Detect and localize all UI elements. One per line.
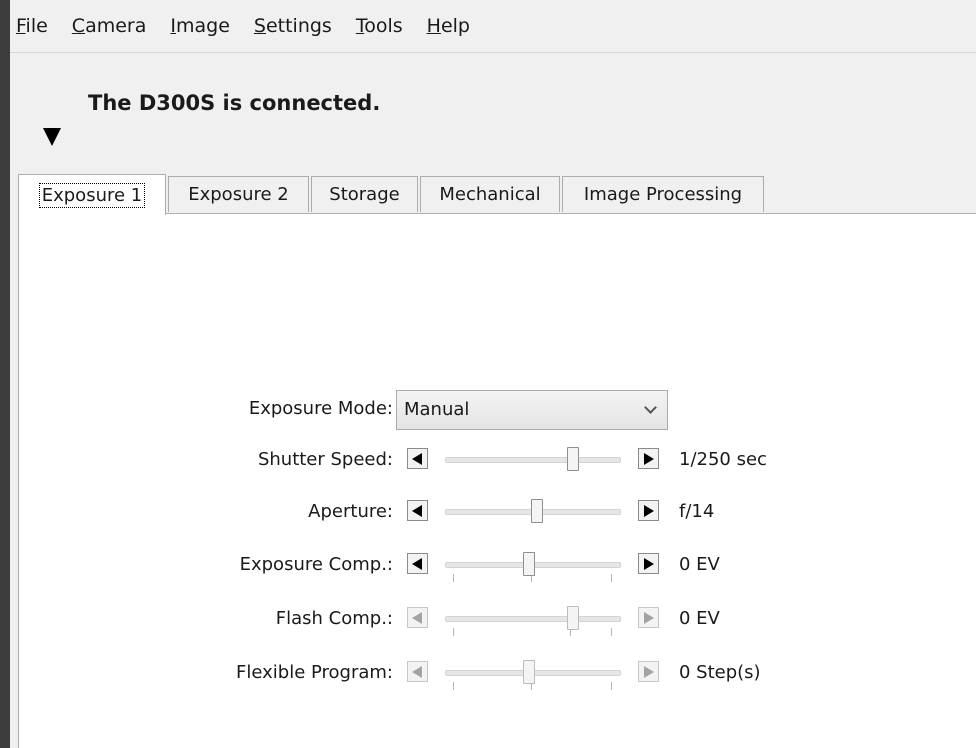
shutter-speed-increase-button[interactable] — [638, 448, 659, 469]
arrow-left-icon — [412, 453, 422, 465]
flash-comp-increase-button[interactable] — [638, 607, 659, 628]
slider-tick — [453, 628, 454, 636]
camera-control-window: File Camera Image Settings Tools Help Th… — [10, 0, 976, 748]
flash-comp-value: 0 EV — [679, 608, 720, 629]
tab-exposure-2[interactable]: Exposure 2 — [168, 176, 309, 212]
slider-tick — [453, 574, 454, 582]
aperture-increase-button[interactable] — [638, 500, 659, 521]
slider-thumb[interactable] — [523, 660, 536, 684]
shutter-speed-decrease-button[interactable] — [407, 448, 428, 469]
menu-settings[interactable]: Settings — [254, 15, 332, 37]
exposure-1-panel: Exposure Mode: Manual Shutter Speed: 1/2… — [18, 213, 976, 748]
menu-tools[interactable]: Tools — [356, 15, 403, 37]
arrow-right-icon — [644, 558, 654, 570]
exposure-comp-decrease-button[interactable] — [407, 553, 428, 574]
exposure-comp-slider[interactable] — [445, 552, 621, 586]
flash-comp-row: Flash Comp.: 0 EV — [19, 600, 976, 640]
arrow-left-icon — [412, 558, 422, 570]
slider-thumb[interactable] — [567, 447, 580, 471]
chevron-down-icon — [644, 401, 657, 414]
menu-bar: File Camera Image Settings Tools Help — [10, 0, 976, 53]
flexible-program-value: 0 Step(s) — [679, 662, 761, 683]
exposure-comp-value: 0 EV — [679, 554, 720, 575]
shutter-speed-slider[interactable] — [445, 447, 621, 481]
exposure-mode-label: Exposure Mode: — [248, 398, 393, 419]
aperture-label: Aperture: — [308, 501, 393, 522]
arrow-right-icon — [644, 505, 654, 517]
exposure-comp-label: Exposure Comp.: — [239, 554, 393, 575]
arrow-right-icon — [644, 666, 654, 678]
arrow-left-icon — [412, 666, 422, 678]
tab-mechanical[interactable]: Mechanical — [420, 176, 560, 212]
exposure-mode-value: Manual — [404, 399, 470, 420]
tab-storage[interactable]: Storage — [311, 176, 418, 212]
menu-image[interactable]: Image — [170, 15, 230, 37]
menu-file[interactable]: File — [16, 15, 48, 37]
tab-strip: Exposure 1 Exposure 2 Storage Mechanical… — [18, 174, 976, 215]
flexible-program-decrease-button[interactable] — [407, 661, 428, 682]
arrow-right-icon — [644, 453, 654, 465]
flash-comp-label: Flash Comp.: — [275, 608, 393, 629]
flexible-program-row: Flexible Program: 0 Step(s) — [19, 654, 976, 694]
aperture-decrease-button[interactable] — [407, 500, 428, 521]
flexible-program-slider[interactable] — [445, 660, 621, 694]
exposure-mode-row: Exposure Mode: Manual — [19, 390, 976, 430]
exposure-mode-dropdown[interactable]: Manual — [396, 390, 668, 430]
tab-exposure-1[interactable]: Exposure 1 — [18, 174, 166, 215]
aperture-value: f/14 — [679, 501, 715, 522]
slider-thumb[interactable] — [567, 606, 580, 630]
menu-help[interactable]: Help — [427, 15, 470, 37]
flash-comp-slider[interactable] — [445, 606, 621, 640]
slider-tick — [611, 574, 612, 582]
slider-thumb[interactable] — [530, 499, 543, 523]
shutter-speed-value: 1/250 sec — [679, 449, 767, 470]
aperture-slider[interactable] — [445, 499, 621, 533]
arrow-left-icon — [412, 505, 422, 517]
arrow-right-icon — [644, 612, 654, 624]
exposure-comp-increase-button[interactable] — [638, 553, 659, 574]
slider-tick — [453, 682, 454, 690]
flexible-program-increase-button[interactable] — [638, 661, 659, 682]
tab-image-processing[interactable]: Image Processing — [562, 176, 764, 212]
slider-thumb[interactable] — [523, 552, 536, 576]
shutter-speed-label: Shutter Speed: — [257, 449, 393, 470]
collapse-triangle-icon[interactable] — [43, 128, 61, 146]
flexible-program-label: Flexible Program: — [236, 662, 393, 683]
exposure-comp-row: Exposure Comp.: 0 EV — [19, 546, 976, 586]
slider-track — [445, 457, 621, 463]
slider-tick — [611, 682, 612, 690]
connection-status: The D300S is connected. — [88, 91, 381, 115]
flash-comp-decrease-button[interactable] — [407, 607, 428, 628]
arrow-left-icon — [412, 612, 422, 624]
slider-tick — [611, 628, 612, 636]
slider-track — [445, 616, 621, 622]
menu-camera[interactable]: Camera — [72, 15, 147, 37]
aperture-row: Aperture: f/14 — [19, 493, 976, 533]
shutter-speed-row: Shutter Speed: 1/250 sec — [19, 441, 976, 481]
